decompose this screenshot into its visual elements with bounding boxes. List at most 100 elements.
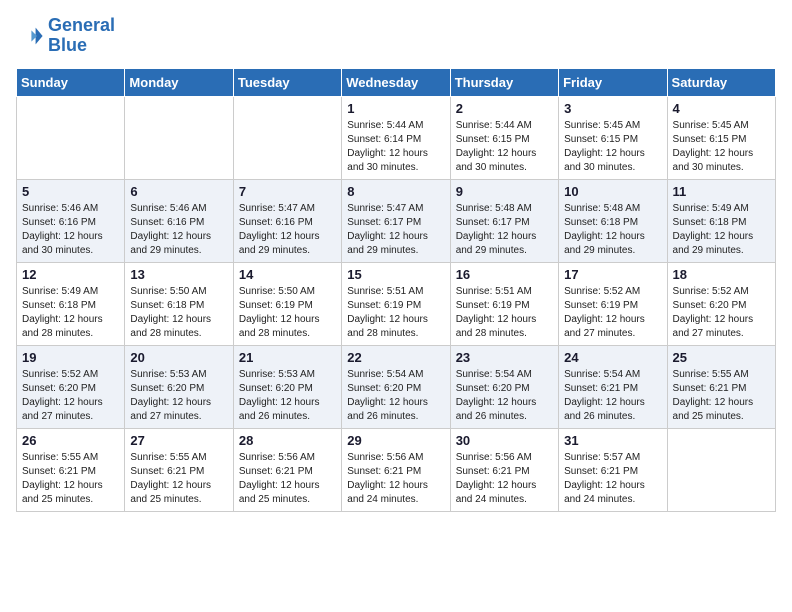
calendar-cell: 14 Sunrise: 5:50 AM Sunset: 6:19 PM Dayli…	[233, 262, 341, 345]
day-number: 15	[347, 267, 444, 282]
calendar-cell: 25 Sunrise: 5:55 AM Sunset: 6:21 PM Dayli…	[667, 345, 775, 428]
calendar-cell: 24Sunrise: 5:54 AM Sunset: 6:21 PM Dayli…	[559, 345, 667, 428]
calendar-cell: 12 Sunrise: 5:49 AM Sunset: 6:18 PM Dayli…	[17, 262, 125, 345]
calendar-cell: 13Sunrise: 5:50 AM Sunset: 6:18 PM Dayli…	[125, 262, 233, 345]
day-detail: Sunrise: 5:44 AM Sunset: 6:15 PM Dayligh…	[456, 119, 553, 175]
calendar-cell: 2 Sunrise: 5:44 AM Sunset: 6:15 PM Daylig…	[450, 96, 558, 179]
day-number: 22	[347, 350, 444, 365]
calendar-cell: 15 Sunrise: 5:51 AM Sunset: 6:19 PM Dayli…	[342, 262, 450, 345]
day-number: 1	[347, 101, 444, 116]
calendar-cell: 18 Sunrise: 5:52 AM Sunset: 6:20 PM Dayli…	[667, 262, 775, 345]
day-detail: Sunrise: 5:49 AM Sunset: 6:18 PM Dayligh…	[673, 202, 770, 258]
day-number: 11	[673, 184, 770, 199]
calendar-cell: 22 Sunrise: 5:54 AM Sunset: 6:20 PM Dayli…	[342, 345, 450, 428]
day-detail: Sunrise: 5:48 AM Sunset: 6:18 PM Dayligh…	[564, 202, 661, 258]
day-detail: Sunrise: 5:54 AM Sunset: 6:20 PM Dayligh…	[347, 368, 444, 424]
calendar-cell	[17, 96, 125, 179]
day-number: 29	[347, 433, 444, 448]
day-detail: Sunrise: 5:55 AM Sunset: 6:21 PM Dayligh…	[22, 451, 119, 507]
calendar-cell: 21 Sunrise: 5:53 AM Sunset: 6:20 PM Dayli…	[233, 345, 341, 428]
day-number: 30	[456, 433, 553, 448]
day-detail: Sunrise: 5:51 AM Sunset: 6:19 PM Dayligh…	[347, 285, 444, 341]
day-detail: Sunrise: 5:46 AM Sunset: 6:16 PM Dayligh…	[130, 202, 227, 258]
calendar-cell: 10 Sunrise: 5:48 AM Sunset: 6:18 PM Dayli…	[559, 179, 667, 262]
day-number: 28	[239, 433, 336, 448]
day-detail: Sunrise: 5:44 AM Sunset: 6:14 PM Dayligh…	[347, 119, 444, 175]
day-number: 9	[456, 184, 553, 199]
day-number: 3	[564, 101, 661, 116]
day-detail: Sunrise: 5:51 AM Sunset: 6:19 PM Dayligh…	[456, 285, 553, 341]
calendar-cell: 5 Sunrise: 5:46 AM Sunset: 6:16 PM Daylig…	[17, 179, 125, 262]
calendar-cell: 3 Sunrise: 5:45 AM Sunset: 6:15 PM Daylig…	[559, 96, 667, 179]
calendar-cell: 9Sunrise: 5:48 AM Sunset: 6:17 PM Daylig…	[450, 179, 558, 262]
weekday-header-wednesday: Wednesday	[342, 68, 450, 96]
day-number: 25	[673, 350, 770, 365]
day-detail: Sunrise: 5:56 AM Sunset: 6:21 PM Dayligh…	[456, 451, 553, 507]
calendar-table: SundayMondayTuesdayWednesdayThursdayFrid…	[16, 68, 776, 512]
calendar-cell: 17 Sunrise: 5:52 AM Sunset: 6:19 PM Dayli…	[559, 262, 667, 345]
day-number: 13	[130, 267, 227, 282]
day-number: 17	[564, 267, 661, 282]
calendar-cell: 11 Sunrise: 5:49 AM Sunset: 6:18 PM Dayli…	[667, 179, 775, 262]
calendar-cell: 27 Sunrise: 5:55 AM Sunset: 6:21 PM Dayli…	[125, 428, 233, 511]
calendar-cell: 20 Sunrise: 5:53 AM Sunset: 6:20 PM Dayli…	[125, 345, 233, 428]
calendar-cell	[125, 96, 233, 179]
day-detail: Sunrise: 5:55 AM Sunset: 6:21 PM Dayligh…	[130, 451, 227, 507]
calendar-cell	[233, 96, 341, 179]
day-detail: Sunrise: 5:49 AM Sunset: 6:18 PM Dayligh…	[22, 285, 119, 341]
day-number: 20	[130, 350, 227, 365]
day-detail: Sunrise: 5:52 AM Sunset: 6:19 PM Dayligh…	[564, 285, 661, 341]
day-detail: Sunrise: 5:46 AM Sunset: 6:16 PM Dayligh…	[22, 202, 119, 258]
weekday-header-sunday: Sunday	[17, 68, 125, 96]
day-detail: Sunrise: 5:57 AM Sunset: 6:21 PM Dayligh…	[564, 451, 661, 507]
calendar-cell: 29Sunrise: 5:56 AM Sunset: 6:21 PM Dayli…	[342, 428, 450, 511]
logo-text: General Blue	[48, 16, 115, 56]
calendar-cell: 7 Sunrise: 5:47 AM Sunset: 6:16 PM Daylig…	[233, 179, 341, 262]
calendar-cell: 6 Sunrise: 5:46 AM Sunset: 6:16 PM Daylig…	[125, 179, 233, 262]
day-detail: Sunrise: 5:55 AM Sunset: 6:21 PM Dayligh…	[673, 368, 770, 424]
day-detail: Sunrise: 5:54 AM Sunset: 6:21 PM Dayligh…	[564, 368, 661, 424]
day-detail: Sunrise: 5:45 AM Sunset: 6:15 PM Dayligh…	[564, 119, 661, 175]
weekday-header-tuesday: Tuesday	[233, 68, 341, 96]
day-number: 12	[22, 267, 119, 282]
day-detail: Sunrise: 5:47 AM Sunset: 6:16 PM Dayligh…	[239, 202, 336, 258]
day-detail: Sunrise: 5:52 AM Sunset: 6:20 PM Dayligh…	[22, 368, 119, 424]
day-number: 4	[673, 101, 770, 116]
day-detail: Sunrise: 5:50 AM Sunset: 6:19 PM Dayligh…	[239, 285, 336, 341]
calendar-cell: 1 Sunrise: 5:44 AM Sunset: 6:14 PM Daylig…	[342, 96, 450, 179]
day-number: 7	[239, 184, 336, 199]
day-detail: Sunrise: 5:56 AM Sunset: 6:21 PM Dayligh…	[239, 451, 336, 507]
weekday-header-friday: Friday	[559, 68, 667, 96]
day-number: 14	[239, 267, 336, 282]
day-number: 5	[22, 184, 119, 199]
day-number: 10	[564, 184, 661, 199]
calendar-cell: 19Sunrise: 5:52 AM Sunset: 6:20 PM Dayli…	[17, 345, 125, 428]
day-number: 2	[456, 101, 553, 116]
day-detail: Sunrise: 5:53 AM Sunset: 6:20 PM Dayligh…	[130, 368, 227, 424]
calendar-cell: 28 Sunrise: 5:56 AM Sunset: 6:21 PM Dayli…	[233, 428, 341, 511]
weekday-header-saturday: Saturday	[667, 68, 775, 96]
calendar-cell	[667, 428, 775, 511]
day-number: 27	[130, 433, 227, 448]
page-header: General Blue	[16, 16, 776, 56]
day-number: 6	[130, 184, 227, 199]
calendar-cell: 23 Sunrise: 5:54 AM Sunset: 6:20 PM Dayli…	[450, 345, 558, 428]
logo-icon	[16, 22, 44, 50]
calendar-cell: 31 Sunrise: 5:57 AM Sunset: 6:21 PM Dayli…	[559, 428, 667, 511]
weekday-header-thursday: Thursday	[450, 68, 558, 96]
calendar-cell: 16 Sunrise: 5:51 AM Sunset: 6:19 PM Dayli…	[450, 262, 558, 345]
day-number: 21	[239, 350, 336, 365]
day-number: 16	[456, 267, 553, 282]
day-number: 31	[564, 433, 661, 448]
day-detail: Sunrise: 5:54 AM Sunset: 6:20 PM Dayligh…	[456, 368, 553, 424]
day-number: 23	[456, 350, 553, 365]
day-number: 26	[22, 433, 119, 448]
calendar-cell: 26 Sunrise: 5:55 AM Sunset: 6:21 PM Dayli…	[17, 428, 125, 511]
day-detail: Sunrise: 5:52 AM Sunset: 6:20 PM Dayligh…	[673, 285, 770, 341]
weekday-header-monday: Monday	[125, 68, 233, 96]
day-number: 18	[673, 267, 770, 282]
calendar-cell: 4 Sunrise: 5:45 AM Sunset: 6:15 PM Daylig…	[667, 96, 775, 179]
day-detail: Sunrise: 5:53 AM Sunset: 6:20 PM Dayligh…	[239, 368, 336, 424]
day-detail: Sunrise: 5:45 AM Sunset: 6:15 PM Dayligh…	[673, 119, 770, 175]
calendar-cell: 30 Sunrise: 5:56 AM Sunset: 6:21 PM Dayli…	[450, 428, 558, 511]
